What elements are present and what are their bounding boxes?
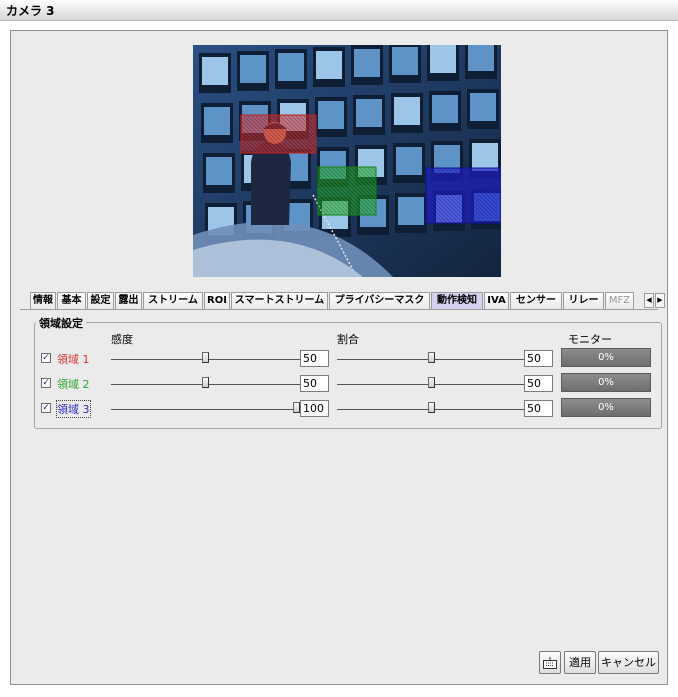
region-2-overlay[interactable] xyxy=(317,166,377,216)
region-1-overlay[interactable] xyxy=(240,114,317,154)
region-1-checkbox[interactable]: ✓ xyxy=(41,353,51,363)
region-1-sensitivity-slider[interactable] xyxy=(111,350,301,368)
region-3-sensitivity-slider[interactable] xyxy=(111,400,301,418)
region-settings-legend: 領域設定 xyxy=(36,315,86,331)
tab-8[interactable]: 動作検知 xyxy=(431,292,483,309)
tab-6[interactable]: スマートストリーム xyxy=(231,292,328,309)
tab-scroll-right-button[interactable]: ▶ xyxy=(655,293,665,308)
region-2-ratio-input[interactable]: 50 xyxy=(524,375,553,392)
keyboard-icon xyxy=(543,657,557,672)
region-1-ratio-input[interactable]: 50 xyxy=(524,350,553,367)
region-3-ratio-slider-thumb[interactable] xyxy=(428,402,435,413)
region-2-ratio-slider[interactable] xyxy=(337,375,527,393)
region-row-2: ✓ 領域 2 50 50 0% xyxy=(41,373,661,395)
tab-12: MFZ xyxy=(605,292,634,309)
tab-0[interactable]: 情報 xyxy=(30,292,56,309)
tab-4[interactable]: ストリーム xyxy=(143,292,203,309)
ratio-header: 割合 xyxy=(337,333,359,346)
region-row-3: ✓ 領域 3 100 50 0% xyxy=(41,398,661,420)
region-3-checkbox[interactable]: ✓ xyxy=(41,403,51,413)
apply-button[interactable]: 適用 xyxy=(564,651,596,674)
region-3-sensitivity-input[interactable]: 100 xyxy=(300,400,329,417)
region-1-ratio-slider-thumb[interactable] xyxy=(428,352,435,363)
region-2-ratio-slider-thumb[interactable] xyxy=(428,377,435,388)
cancel-button[interactable]: キャンセル xyxy=(598,651,659,674)
tab-5[interactable]: ROI xyxy=(204,292,230,309)
region-3-overlay[interactable] xyxy=(425,167,501,224)
tab-7[interactable]: プライバシーマスク xyxy=(329,292,430,309)
tab-1[interactable]: 基本 xyxy=(57,292,86,309)
title-bar: カメラ 3 xyxy=(0,0,678,21)
keyboard-button[interactable] xyxy=(539,651,561,674)
region-1-monitor: 0% xyxy=(561,348,651,367)
region-1-label: 領域 1 xyxy=(57,353,90,366)
tab-scroll-left-button[interactable]: ◀ xyxy=(644,293,654,308)
tab-11[interactable]: リレー xyxy=(563,292,604,309)
region-2-sensitivity-slider[interactable] xyxy=(111,375,301,393)
region-1-ratio-slider[interactable] xyxy=(337,350,527,368)
sensitivity-header: 感度 xyxy=(111,333,133,346)
region-row-1: ✓ 領域 1 50 50 0% xyxy=(41,348,661,370)
region-2-label: 領域 2 xyxy=(57,378,90,391)
tab-2[interactable]: 設定 xyxy=(87,292,114,309)
region-3-sensitivity-slider-thumb[interactable] xyxy=(293,402,300,413)
region-1-sensitivity-input[interactable]: 50 xyxy=(300,350,329,367)
region-2-sensitivity-slider-thumb[interactable] xyxy=(202,377,209,388)
region-2-monitor: 0% xyxy=(561,373,651,392)
region-2-sensitivity-input[interactable]: 50 xyxy=(300,375,329,392)
region-1-sensitivity-slider-thumb[interactable] xyxy=(202,352,209,363)
region-3-ratio-input[interactable]: 50 xyxy=(524,400,553,417)
window-title: カメラ 3 xyxy=(6,4,55,18)
tab-9[interactable]: IVA xyxy=(484,292,509,309)
tab-3[interactable]: 露出 xyxy=(115,292,142,309)
tab-10[interactable]: センサー xyxy=(510,292,562,309)
monitor-header: モニター xyxy=(568,333,612,346)
region-3-label: 領域 3 xyxy=(56,400,91,418)
region-3-monitor: 0% xyxy=(561,398,651,417)
region-3-ratio-slider[interactable] xyxy=(337,400,527,418)
camera-preview[interactable] xyxy=(193,45,501,277)
region-2-checkbox[interactable]: ✓ xyxy=(41,378,51,388)
settings-tabs: 情報 基本 設定 露出 ストリーム ROI スマートストリーム プライバシーマスク 動作検知 IV… xyxy=(30,292,670,309)
